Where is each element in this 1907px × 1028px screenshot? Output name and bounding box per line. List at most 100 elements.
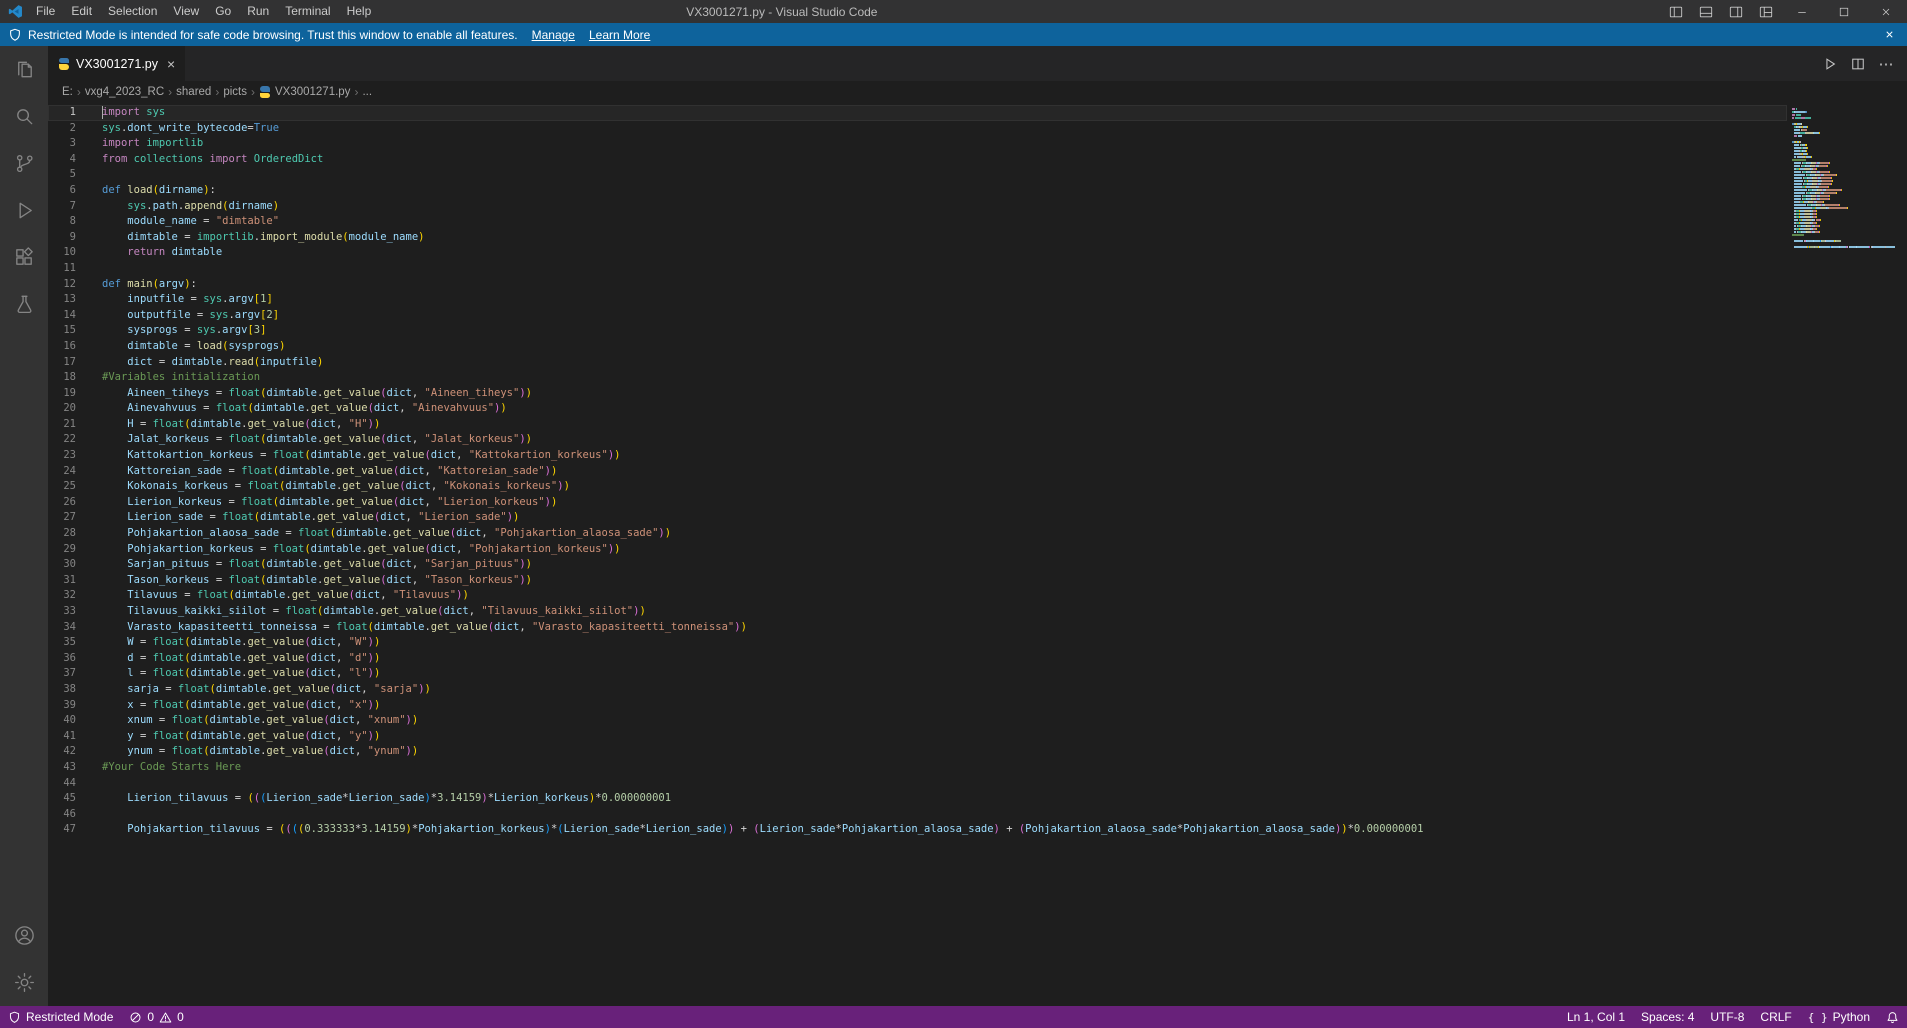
menu-selection[interactable]: Selection: [100, 0, 165, 23]
extensions-icon[interactable]: [0, 234, 48, 281]
menu-file[interactable]: File: [28, 0, 63, 23]
code-line[interactable]: 21 H = float(dimtable.get_value(dict, "H…: [48, 417, 1787, 433]
line-number[interactable]: 8: [48, 214, 90, 230]
code-line[interactable]: 23 Kattokartion_korkeus = float(dimtable…: [48, 448, 1787, 464]
code-line-content[interactable]: ynum = float(dimtable.get_value(dict, "y…: [90, 744, 418, 760]
code-line-content[interactable]: x = float(dimtable.get_value(dict, "x")): [90, 698, 380, 714]
code-line-content[interactable]: dimtable = importlib.import_module(modul…: [90, 230, 424, 246]
line-number[interactable]: 2: [48, 121, 90, 137]
code-line[interactable]: 43#Your Code Starts Here: [48, 760, 1787, 776]
toggle-secondary-sidebar-icon[interactable]: [1721, 0, 1751, 23]
line-number[interactable]: 10: [48, 245, 90, 261]
breadcrumb-item[interactable]: VX3001271.py: [259, 86, 350, 98]
code-line[interactable]: 46: [48, 807, 1787, 823]
learn-more-link[interactable]: Learn More: [589, 28, 650, 42]
banner-close-icon[interactable]: [1884, 29, 1895, 40]
language-mode-status[interactable]: { } Python: [1800, 1006, 1878, 1028]
source-control-icon[interactable]: [0, 140, 48, 187]
problems-status[interactable]: 0 0: [121, 1006, 191, 1028]
code-line[interactable]: 44: [48, 776, 1787, 792]
restricted-mode-status[interactable]: Restricted Mode: [0, 1006, 121, 1028]
line-number[interactable]: 5: [48, 167, 90, 183]
line-number[interactable]: 47: [48, 822, 90, 838]
code-line-content[interactable]: sarja = float(dimtable.get_value(dict, "…: [90, 682, 431, 698]
code-line-content[interactable]: Pohjakartion_korkeus = float(dimtable.ge…: [90, 542, 620, 558]
code-line[interactable]: 32 Tilavuus = float(dimtable.get_value(d…: [48, 588, 1787, 604]
manage-link[interactable]: Manage: [532, 28, 575, 42]
code-line-content[interactable]: Tilavuus = float(dimtable.get_value(dict…: [90, 588, 469, 604]
code-line-content[interactable]: dict = dimtable.read(inputfile): [90, 355, 323, 371]
code-line[interactable]: 19 Aineen_tiheys = float(dimtable.get_va…: [48, 386, 1787, 402]
code-line[interactable]: 45 Lierion_tilavuus = (((Lierion_sade*Li…: [48, 791, 1787, 807]
code-line-content[interactable]: Aineen_tiheys = float(dimtable.get_value…: [90, 386, 532, 402]
line-number[interactable]: 18: [48, 370, 90, 386]
line-number[interactable]: 15: [48, 323, 90, 339]
line-number[interactable]: 40: [48, 713, 90, 729]
code-line-content[interactable]: inputfile = sys.argv[1]: [90, 292, 273, 308]
code-line[interactable]: 2sys.dont_write_bytecode=True: [48, 121, 1787, 137]
line-number[interactable]: 34: [48, 620, 90, 636]
accounts-icon[interactable]: [0, 912, 48, 959]
code-line-content[interactable]: sys.dont_write_bytecode=True: [90, 121, 279, 137]
line-number[interactable]: 6: [48, 183, 90, 199]
maximize-button[interactable]: [1823, 0, 1865, 23]
code-line-content[interactable]: return dimtable: [90, 245, 222, 261]
code-line[interactable]: 37 l = float(dimtable.get_value(dict, "l…: [48, 666, 1787, 682]
code-line-content[interactable]: Pohjakartion_tilavuus = ((((0.333333*3.1…: [90, 822, 1423, 838]
code-line[interactable]: 33 Tilavuus_kaikki_siilot = float(dimtab…: [48, 604, 1787, 620]
code-line[interactable]: 13 inputfile = sys.argv[1]: [48, 292, 1787, 308]
code-line[interactable]: 27 Lierion_sade = float(dimtable.get_val…: [48, 510, 1787, 526]
close-button[interactable]: [1865, 0, 1907, 23]
code-line[interactable]: 9 dimtable = importlib.import_module(mod…: [48, 230, 1787, 246]
code-line-content[interactable]: Sarjan_pituus = float(dimtable.get_value…: [90, 557, 532, 573]
code-line[interactable]: 47 Pohjakartion_tilavuus = ((((0.333333*…: [48, 822, 1787, 838]
line-number[interactable]: 45: [48, 791, 90, 807]
code-line[interactable]: 29 Pohjakartion_korkeus = float(dimtable…: [48, 542, 1787, 558]
code-line[interactable]: 8 module_name = "dimtable": [48, 214, 1787, 230]
code-line-content[interactable]: Pohjakartion_alaosa_sade = float(dimtabl…: [90, 526, 671, 542]
code-line[interactable]: 20 Ainevahvuus = float(dimtable.get_valu…: [48, 401, 1787, 417]
line-number[interactable]: 19: [48, 386, 90, 402]
code-line-content[interactable]: l = float(dimtable.get_value(dict, "l")): [90, 666, 380, 682]
menu-edit[interactable]: Edit: [63, 0, 100, 23]
code-line[interactable]: 34 Varasto_kapasiteetti_tonneissa = floa…: [48, 620, 1787, 636]
line-number[interactable]: 25: [48, 479, 90, 495]
notifications-status[interactable]: [1878, 1006, 1907, 1028]
line-number[interactable]: 1: [48, 105, 90, 121]
code-line[interactable]: 15 sysprogs = sys.argv[3]: [48, 323, 1787, 339]
minimize-button[interactable]: [1781, 0, 1823, 23]
code-line-content[interactable]: [90, 776, 102, 792]
code-line[interactable]: 36 d = float(dimtable.get_value(dict, "d…: [48, 651, 1787, 667]
line-number[interactable]: 12: [48, 277, 90, 293]
code-line[interactable]: 5: [48, 167, 1787, 183]
code-line-content[interactable]: def main(argv):: [90, 277, 197, 293]
line-number[interactable]: 32: [48, 588, 90, 604]
breadcrumb-item[interactable]: shared: [176, 86, 211, 98]
code-line[interactable]: 16 dimtable = load(sysprogs): [48, 339, 1787, 355]
indentation-status[interactable]: Spaces: 4: [1633, 1006, 1702, 1028]
code-line[interactable]: 22 Jalat_korkeus = float(dimtable.get_va…: [48, 432, 1787, 448]
code-line-content[interactable]: def load(dirname):: [90, 183, 216, 199]
line-number[interactable]: 30: [48, 557, 90, 573]
line-number[interactable]: 20: [48, 401, 90, 417]
code-line[interactable]: 31 Tason_korkeus = float(dimtable.get_va…: [48, 573, 1787, 589]
menu-terminal[interactable]: Terminal: [277, 0, 338, 23]
code-line-content[interactable]: Lierion_tilavuus = (((Lierion_sade*Lieri…: [90, 791, 671, 807]
eol-status[interactable]: CRLF: [1752, 1006, 1799, 1028]
code-line[interactable]: 42 ynum = float(dimtable.get_value(dict,…: [48, 744, 1787, 760]
code-line[interactable]: 38 sarja = float(dimtable.get_value(dict…: [48, 682, 1787, 698]
split-editor-button[interactable]: [1845, 51, 1871, 77]
line-number[interactable]: 13: [48, 292, 90, 308]
code-line[interactable]: 11: [48, 261, 1787, 277]
code-line-content[interactable]: Kattoreian_sade = float(dimtable.get_val…: [90, 464, 557, 480]
code-line-content[interactable]: sysprogs = sys.argv[3]: [90, 323, 266, 339]
code-line[interactable]: 12def main(argv):: [48, 277, 1787, 293]
code-line[interactable]: 35 W = float(dimtable.get_value(dict, "W…: [48, 635, 1787, 651]
code-line[interactable]: 28 Pohjakartion_alaosa_sade = float(dimt…: [48, 526, 1787, 542]
run-button[interactable]: [1817, 51, 1843, 77]
code-line-content[interactable]: outputfile = sys.argv[2]: [90, 308, 279, 324]
menu-help[interactable]: Help: [339, 0, 380, 23]
line-number[interactable]: 42: [48, 744, 90, 760]
toggle-primary-sidebar-icon[interactable]: [1661, 0, 1691, 23]
code-line-content[interactable]: Lierion_korkeus = float(dimtable.get_val…: [90, 495, 557, 511]
